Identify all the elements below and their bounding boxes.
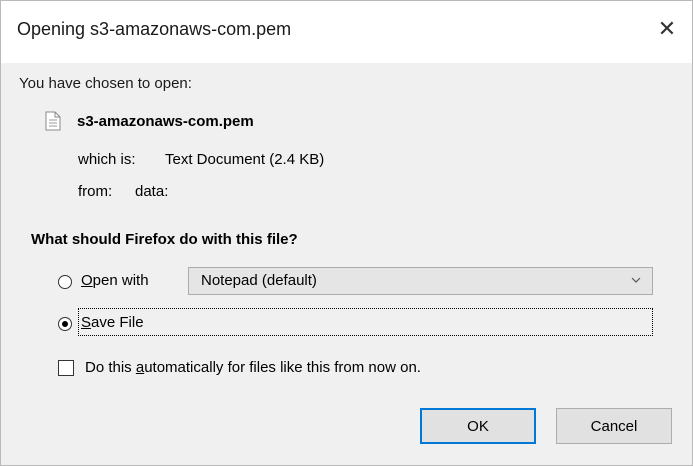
auto-label-accesskey: a — [135, 359, 145, 376]
save-file-radio[interactable] — [58, 317, 72, 331]
dialog-body: You have chosen to open: s3-amazonaws-co… — [1, 63, 692, 465]
open-with-label-text: pen with — [92, 272, 149, 289]
ok-button[interactable]: OK — [420, 408, 536, 444]
save-file-focus-ring — [78, 308, 653, 336]
save-file-accesskey: S — [81, 314, 92, 331]
file-type-label: which is: — [78, 151, 136, 168]
close-icon[interactable]: ✕ — [649, 11, 685, 47]
window-title: Opening s3-amazonaws-com.pem — [17, 19, 292, 39]
file-name: s3-amazonaws-com.pem — [77, 113, 254, 130]
open-with-radio[interactable] — [58, 275, 72, 289]
chosen-text: You have chosen to open: — [19, 75, 192, 92]
action-question: What should Firefox do with this file? — [31, 231, 298, 248]
download-dialog: Opening s3-amazonaws-com.pem ✕ You have … — [0, 0, 693, 466]
auto-action-checkbox[interactable] — [58, 360, 74, 376]
open-with-select-value: Notepad (default) — [201, 272, 317, 289]
auto-label-after: utomatically for files like this from no… — [144, 359, 421, 376]
auto-label-before: Do this — [85, 359, 136, 376]
open-with-select[interactable]: Notepad (default) — [188, 267, 653, 295]
save-file-label-text: ave File — [91, 314, 144, 331]
file-type-value: Text Document (2.4 KB) — [165, 151, 325, 168]
cancel-button[interactable]: Cancel — [556, 408, 672, 444]
title-bar: Opening s3-amazonaws-com.pem ✕ — [1, 1, 692, 63]
text-document-icon — [45, 111, 61, 131]
save-file-label[interactable]: Save File — [81, 314, 144, 331]
open-with-accesskey: O — [81, 272, 93, 289]
open-with-label[interactable]: Open with — [81, 272, 149, 289]
chevron-down-icon — [631, 277, 641, 283]
file-source-value: data: — [135, 183, 169, 200]
file-source-label: from: — [78, 183, 113, 200]
auto-action-label[interactable]: Do this automatically for files like thi… — [85, 359, 421, 376]
